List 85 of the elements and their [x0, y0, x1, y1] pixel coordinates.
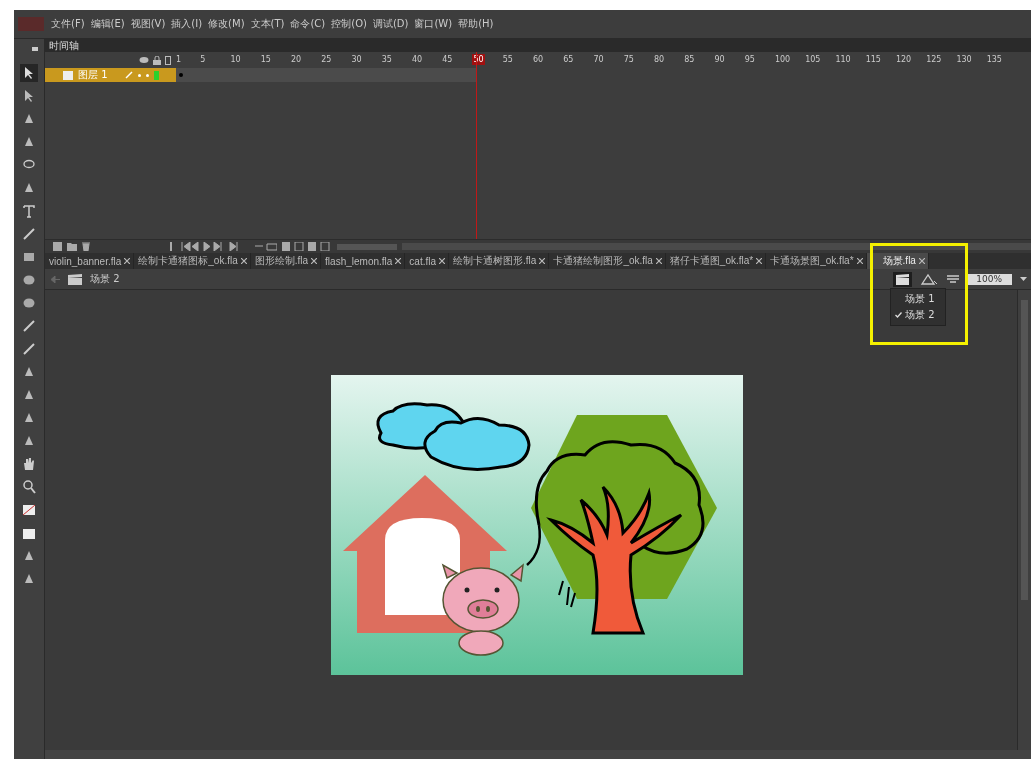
trash-icon[interactable]: [82, 242, 90, 251]
frame-number: 25: [321, 54, 332, 65]
frame-number: 110: [835, 54, 851, 65]
document-tab[interactable]: 场景.fla: [866, 253, 929, 269]
frame-number: 75: [623, 54, 634, 65]
frame-number: 130: [956, 54, 972, 65]
vertical-scrollbar[interactable]: [1017, 290, 1031, 750]
lock-icon[interactable]: [153, 55, 161, 65]
frame-number: 60: [532, 54, 544, 65]
close-icon[interactable]: [395, 258, 402, 264]
checkmark-icon: [895, 312, 902, 318]
menu-item[interactable]: 帮助(H): [457, 17, 495, 31]
menu-item[interactable]: 控制(O): [330, 17, 368, 31]
app-logo-icon: [18, 17, 44, 31]
close-icon[interactable]: [918, 258, 925, 264]
scene-menu-item[interactable]: 场景 1: [891, 291, 945, 307]
frame-number: 120: [895, 54, 912, 65]
layer-name: 图层 1: [78, 69, 108, 81]
frame-number: 30: [351, 54, 362, 65]
menu-item[interactable]: 调试(D): [371, 17, 410, 31]
lock-dot[interactable]: [145, 73, 149, 77]
menu-item[interactable]: 修改(M): [207, 17, 246, 31]
frame-number: 90: [714, 54, 725, 65]
zoom-dropdown[interactable]: 100%: [968, 273, 1027, 285]
menu-item[interactable]: 插入(I): [170, 17, 204, 31]
timeline-status-bar: [337, 243, 397, 250]
frame-number: 20: [290, 54, 302, 65]
layer-icon: [63, 70, 73, 80]
frame-number: 15: [260, 54, 271, 65]
close-icon[interactable]: [240, 258, 247, 264]
scene-name: 场景 2: [90, 272, 120, 286]
menu-item[interactable]: 视图(V): [129, 17, 167, 31]
frame-number: 65: [563, 54, 574, 65]
frame-number: 100: [774, 54, 791, 65]
horizontal-scrollbar[interactable]: [45, 750, 1031, 759]
frame-number: 95: [744, 54, 755, 65]
close-icon[interactable]: [124, 258, 131, 264]
folder-icon[interactable]: [67, 242, 77, 251]
frame-number: 135: [986, 54, 1002, 65]
frame-number: 115: [865, 54, 881, 65]
menu-item[interactable]: 编辑(E): [89, 17, 126, 31]
onion-skin-icon[interactable]: [282, 242, 332, 251]
frame-number: 5: [200, 54, 206, 65]
menu-item[interactable]: 文本(T): [249, 17, 286, 31]
layer-color-swatch[interactable]: [153, 70, 159, 80]
close-icon[interactable]: [311, 258, 318, 264]
loop-icon[interactable]: [255, 242, 277, 251]
frame-number: 10: [230, 54, 241, 65]
close-icon[interactable]: [439, 258, 446, 264]
frame-number: 125: [926, 54, 942, 65]
center-stage-icon[interactable]: [946, 274, 961, 284]
edit-scene-button[interactable]: [893, 271, 913, 287]
frame-number: 45: [442, 54, 453, 65]
horizontal-scrollbar[interactable]: [402, 243, 1031, 250]
frame-number: 105: [805, 54, 821, 65]
scene-menu-label: 场景 2: [905, 308, 935, 322]
frame-number: 35: [381, 54, 392, 65]
eye-icon[interactable]: [139, 56, 149, 64]
outline-icon[interactable]: [165, 55, 171, 65]
visibility-dot[interactable]: [137, 73, 141, 77]
frame-number: 55: [502, 54, 513, 65]
dropdown-arrow-icon[interactable]: [1020, 277, 1027, 281]
menu-item[interactable]: 命令(C): [289, 17, 327, 31]
frame-number: 40: [411, 54, 423, 65]
close-icon[interactable]: [539, 258, 546, 264]
close-icon[interactable]: [655, 258, 662, 264]
scene-menu-label: 场景 1: [905, 292, 935, 306]
keyframe-dot: [179, 73, 183, 77]
selection-tool-icon[interactable]: [20, 64, 38, 82]
frame-number: 1: [176, 54, 182, 65]
edit-symbol-icon[interactable]: [920, 273, 939, 285]
clapperboard-icon: [68, 273, 82, 285]
zoom-field[interactable]: 100%: [968, 273, 1012, 285]
close-icon[interactable]: [756, 258, 763, 264]
scene-menu-item[interactable]: 场景 2: [891, 307, 945, 323]
frame-number: 80: [653, 54, 665, 65]
zoom-icon[interactable]: [20, 478, 38, 496]
clapperboard-icon: [896, 273, 910, 285]
panel-tab[interactable]: 时间轴: [49, 40, 79, 51]
menu-item[interactable]: 窗口(W): [413, 17, 454, 31]
frame-number: 85: [684, 54, 695, 65]
frame-number: 70: [593, 54, 604, 65]
text-tool-icon[interactable]: [20, 202, 38, 220]
menu-item[interactable]: 文件(F): [50, 17, 86, 31]
close-icon[interactable]: [856, 258, 863, 264]
